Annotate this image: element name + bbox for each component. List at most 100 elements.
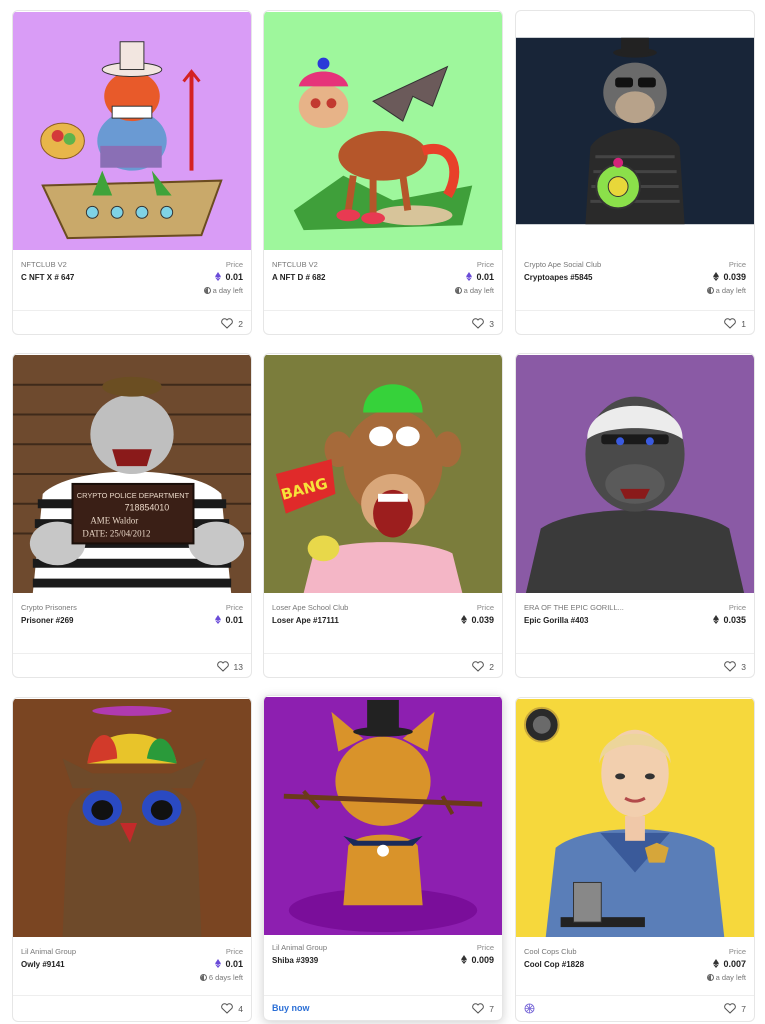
token-name[interactable]: Prisoner #269 — [21, 616, 73, 625]
like-count: 2 — [238, 318, 243, 329]
nft-image[interactable]: CRYPTO POLICE DEPARTMENT 718854010 AME W… — [13, 354, 251, 594]
token-name[interactable]: Cool Cop #1828 — [524, 960, 584, 969]
token-name[interactable]: A NFT D # 682 — [272, 273, 326, 282]
price-label: Price — [225, 260, 243, 269]
nft-image[interactable] — [516, 37, 754, 225]
price-amount: 0.01 — [225, 959, 243, 969]
collection-name: ERA OF THE EPIC GORILL... — [524, 603, 624, 612]
token-name[interactable]: Cryptoapes #5845 — [524, 273, 592, 282]
price-value: 0.009 — [461, 955, 494, 965]
clock-icon — [706, 974, 714, 981]
price-amount: 0.007 — [723, 959, 746, 969]
nft-artwork-cool-cop — [516, 699, 754, 937]
price-value: 0.035 — [713, 615, 746, 625]
price-label: Price — [728, 260, 746, 269]
nft-artwork-owl — [13, 699, 251, 937]
nft-card[interactable]: Lil Animal Group Owly #9141 Price 0.01 6… — [12, 697, 252, 1022]
card-footer: 3 — [264, 310, 502, 334]
price-label: Price — [476, 260, 494, 269]
price-amount: 0.01 — [225, 615, 243, 625]
like-count: 3 — [741, 661, 746, 672]
collection-name: Crypto Ape Social Club — [524, 260, 602, 269]
price-label: Price — [476, 603, 494, 612]
price-value: 0.007 — [713, 959, 746, 969]
price-label: Price — [225, 603, 243, 612]
like-button[interactable]: 1 — [724, 318, 746, 329]
nft-card-featured[interactable]: Lil Animal Group Shiba #3939 Price 0.009… — [263, 695, 503, 1021]
like-button[interactable]: 3 — [724, 661, 746, 672]
nft-card[interactable]: BANG Loser Ape School Club Loser Ape #17… — [263, 353, 503, 678]
card-footer: 4 — [13, 995, 251, 1021]
token-name[interactable]: Epic Gorilla #403 — [524, 616, 588, 625]
clock-icon — [454, 287, 462, 294]
price-label: Price — [728, 947, 746, 956]
like-button[interactable]: 3 — [472, 318, 494, 329]
price-amount: 0.039 — [723, 272, 746, 282]
nft-card[interactable]: ERA OF THE EPIC GORILL... Epic Gorilla #… — [515, 353, 755, 678]
like-count: 13 — [233, 661, 243, 672]
token-name[interactable]: Owly #9141 — [21, 960, 65, 969]
card-footer: 2 — [264, 653, 502, 677]
ethereum-purple-icon — [466, 272, 473, 281]
nft-image[interactable] — [264, 11, 502, 251]
price-amount: 0.035 — [723, 615, 746, 625]
card-footer: 7 — [516, 995, 754, 1021]
price-value: 0.01 — [215, 615, 243, 625]
collection-name: NFTCLUB V2 — [21, 260, 67, 269]
token-name[interactable]: Loser Ape #17111 — [272, 616, 339, 625]
collection-name: Lil Animal Group — [272, 943, 328, 952]
nft-card[interactable]: CRYPTO POLICE DEPARTMENT 718854010 AME W… — [12, 353, 252, 678]
like-button[interactable]: 4 — [221, 1003, 243, 1014]
nft-image[interactable] — [13, 698, 251, 938]
heart-icon — [216, 661, 229, 672]
placard-line2: 718854010 — [125, 503, 170, 513]
heart-icon — [472, 1003, 485, 1014]
price-value: 0.039 — [713, 272, 746, 282]
clock-icon — [706, 287, 714, 294]
token-name[interactable]: Shiba #3939 — [272, 956, 318, 965]
nft-artwork-crypto-ape — [516, 37, 754, 225]
nft-artwork-bat-dog — [264, 12, 502, 250]
heart-icon — [221, 1003, 234, 1014]
like-button[interactable]: 2 — [472, 661, 494, 672]
placard-line1: CRYPTO POLICE DEPARTMENT — [77, 491, 190, 500]
nft-card[interactable]: Crypto Ape Social Club Cryptoapes #5845 … — [515, 10, 755, 335]
buy-now-button[interactable]: Buy now — [272, 1003, 310, 1013]
card-footer: 2 — [13, 310, 251, 334]
token-name[interactable]: C NFT X # 647 — [21, 273, 74, 282]
nft-image[interactable] — [516, 354, 754, 594]
heart-icon — [221, 318, 234, 329]
price-value: 0.01 — [215, 272, 243, 282]
nft-card[interactable]: NFTCLUB V2 A NFT D # 682 Price 0.01 a da… — [263, 10, 503, 335]
price-value: 0.039 — [461, 615, 494, 625]
ethereum-purple-icon — [215, 615, 222, 624]
time-left: a day left — [454, 286, 494, 295]
price-amount: 0.01 — [476, 272, 494, 282]
nft-card[interactable]: Cool Cops Club Cool Cop #1828 Price 0.00… — [515, 697, 755, 1022]
ethereum-dark-icon — [461, 615, 468, 624]
like-count: 7 — [489, 1003, 494, 1014]
like-button[interactable]: 2 — [221, 318, 243, 329]
nft-image[interactable]: BANG — [264, 354, 502, 594]
time-left: a day left — [706, 973, 746, 982]
like-button[interactable]: 13 — [216, 661, 243, 672]
placard-line3: AME Waldor — [90, 516, 138, 526]
ethereum-dark-icon — [461, 955, 468, 964]
like-button[interactable]: 7 — [472, 1003, 494, 1014]
nft-image[interactable] — [264, 696, 502, 936]
like-button[interactable]: 7 — [724, 1003, 746, 1014]
nft-card[interactable]: NFTCLUB V2 C NFT X # 647 Price 0.01 a da… — [12, 10, 252, 335]
price-label: Price — [225, 947, 243, 956]
card-footer: 3 — [516, 653, 754, 677]
ethereum-dark-icon — [713, 959, 720, 968]
like-count: 1 — [741, 318, 746, 329]
nft-image[interactable] — [516, 698, 754, 938]
heart-icon — [724, 1003, 737, 1014]
nft-image[interactable] — [13, 11, 251, 251]
nft-artwork-red-dog-boat — [13, 12, 251, 250]
collection-name: Loser Ape School Club — [272, 603, 349, 612]
placard-line4: DATE: 25/04/2012 — [82, 528, 150, 538]
clock-icon — [199, 974, 207, 981]
price-value: 0.01 — [466, 272, 494, 282]
collection-name: NFTCLUB V2 — [272, 260, 318, 269]
